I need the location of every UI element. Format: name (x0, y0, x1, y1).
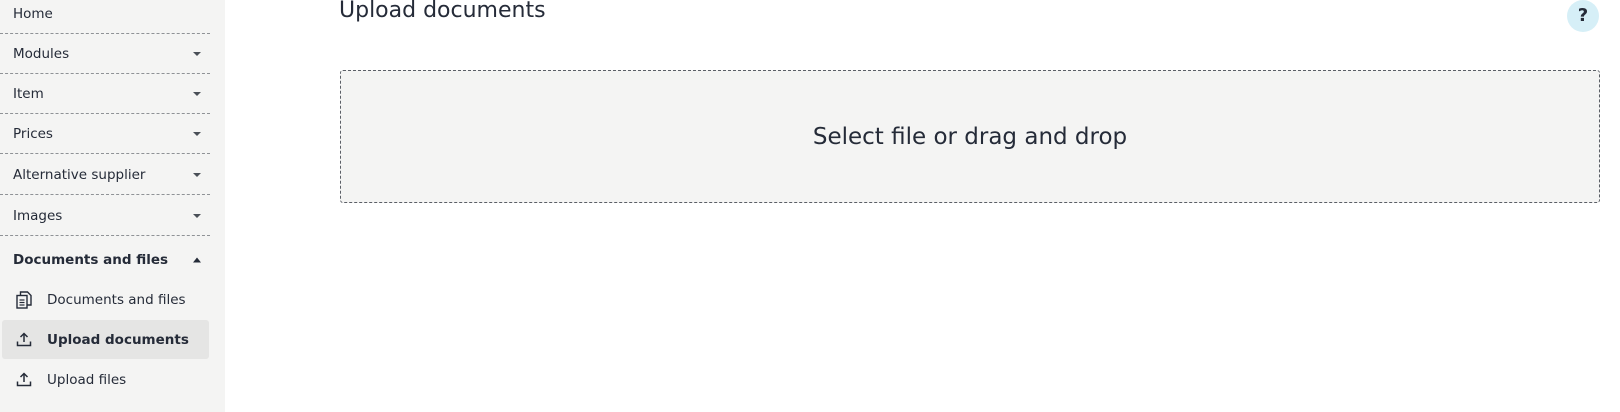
sidebar-subitem-label: Upload files (47, 371, 127, 388)
sidebar-subitem-upload-files[interactable]: Upload files (2, 360, 209, 399)
sidebar-subitem-documents-and-files[interactable]: Documents and files (2, 280, 209, 319)
sidebar: Home Modules Item Prices Alternative sup… (0, 0, 225, 412)
sidebar-item-documents-and-files[interactable]: Documents and files (0, 240, 210, 280)
sidebar-item-label: Documents and files (13, 252, 169, 268)
file-dropzone[interactable]: Select file or drag and drop (340, 70, 1600, 203)
sidebar-item-label: Home (13, 5, 53, 22)
app: Home Modules Item Prices Alternative sup… (0, 0, 1620, 412)
sidebar-subitem-upload-documents[interactable]: Upload documents (2, 320, 209, 359)
help-button[interactable]: ? (1567, 0, 1599, 32)
sidebar-item-item[interactable]: Item (0, 74, 210, 114)
dropzone-label: Select file or drag and drop (812, 123, 1128, 150)
sidebar-item-label: Modules (13, 45, 70, 62)
chevron-down-icon (193, 213, 201, 218)
sidebar-subitem-label: Documents and files (47, 291, 186, 308)
document-icon (15, 290, 33, 309)
chevron-down-icon (193, 51, 201, 56)
sidebar-item-label: Item (13, 85, 44, 102)
sidebar-item-label: Prices (13, 125, 53, 142)
sidebar-subitem-label: Upload documents (47, 331, 189, 348)
chevron-down-icon (193, 91, 201, 96)
sidebar-item-home[interactable]: Home (0, 0, 210, 34)
sidebar-item-modules[interactable]: Modules (0, 34, 210, 74)
upload-icon (15, 371, 33, 389)
sidebar-item-alternative-supplier[interactable]: Alternative supplier (0, 155, 210, 195)
sidebar-item-images[interactable]: Images (0, 196, 210, 236)
upload-icon (15, 331, 33, 349)
sidebar-item-prices[interactable]: Prices (0, 114, 210, 154)
sidebar-item-label: Images (13, 207, 63, 224)
sidebar-item-label: Alternative supplier (13, 166, 146, 183)
question-mark-icon: ? (1577, 5, 1589, 26)
chevron-up-icon (193, 257, 201, 263)
chevron-down-icon (193, 172, 201, 177)
chevron-down-icon (193, 131, 201, 136)
page-title: Upload documents (339, 0, 546, 23)
